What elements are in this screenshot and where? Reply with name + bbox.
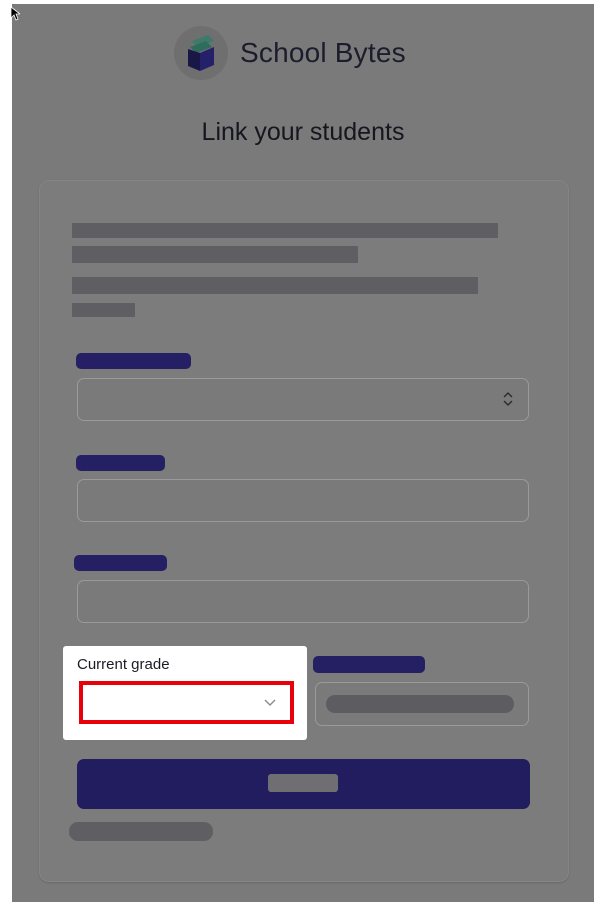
school-select[interactable] bbox=[77, 378, 529, 421]
field-label bbox=[313, 656, 425, 673]
text-field[interactable] bbox=[315, 682, 529, 726]
brand-header: School Bytes bbox=[174, 26, 406, 80]
submit-button-label bbox=[268, 774, 338, 792]
current-grade-select[interactable] bbox=[79, 681, 294, 724]
mouse-pointer-icon bbox=[10, 6, 20, 21]
school-bytes-book-icon bbox=[174, 26, 228, 80]
text-field[interactable] bbox=[77, 479, 529, 522]
field-value-placeholder bbox=[326, 695, 514, 713]
intro-text-line bbox=[72, 223, 498, 238]
updown-chevron-icon bbox=[503, 392, 513, 406]
intro-text-line bbox=[72, 277, 478, 294]
field-label bbox=[76, 353, 191, 369]
intro-text-line bbox=[72, 303, 135, 317]
page-title: Link your students bbox=[201, 118, 405, 146]
text-field[interactable] bbox=[77, 580, 529, 623]
current-grade-label: Current grade bbox=[77, 656, 170, 673]
chevron-down-icon bbox=[264, 699, 276, 706]
brand-name: School Bytes bbox=[240, 37, 406, 68]
field-label bbox=[76, 455, 165, 471]
intro-text-line bbox=[72, 246, 358, 263]
field-label bbox=[74, 555, 167, 571]
footer-link[interactable] bbox=[69, 822, 213, 841]
submit-button[interactable] bbox=[77, 759, 530, 809]
